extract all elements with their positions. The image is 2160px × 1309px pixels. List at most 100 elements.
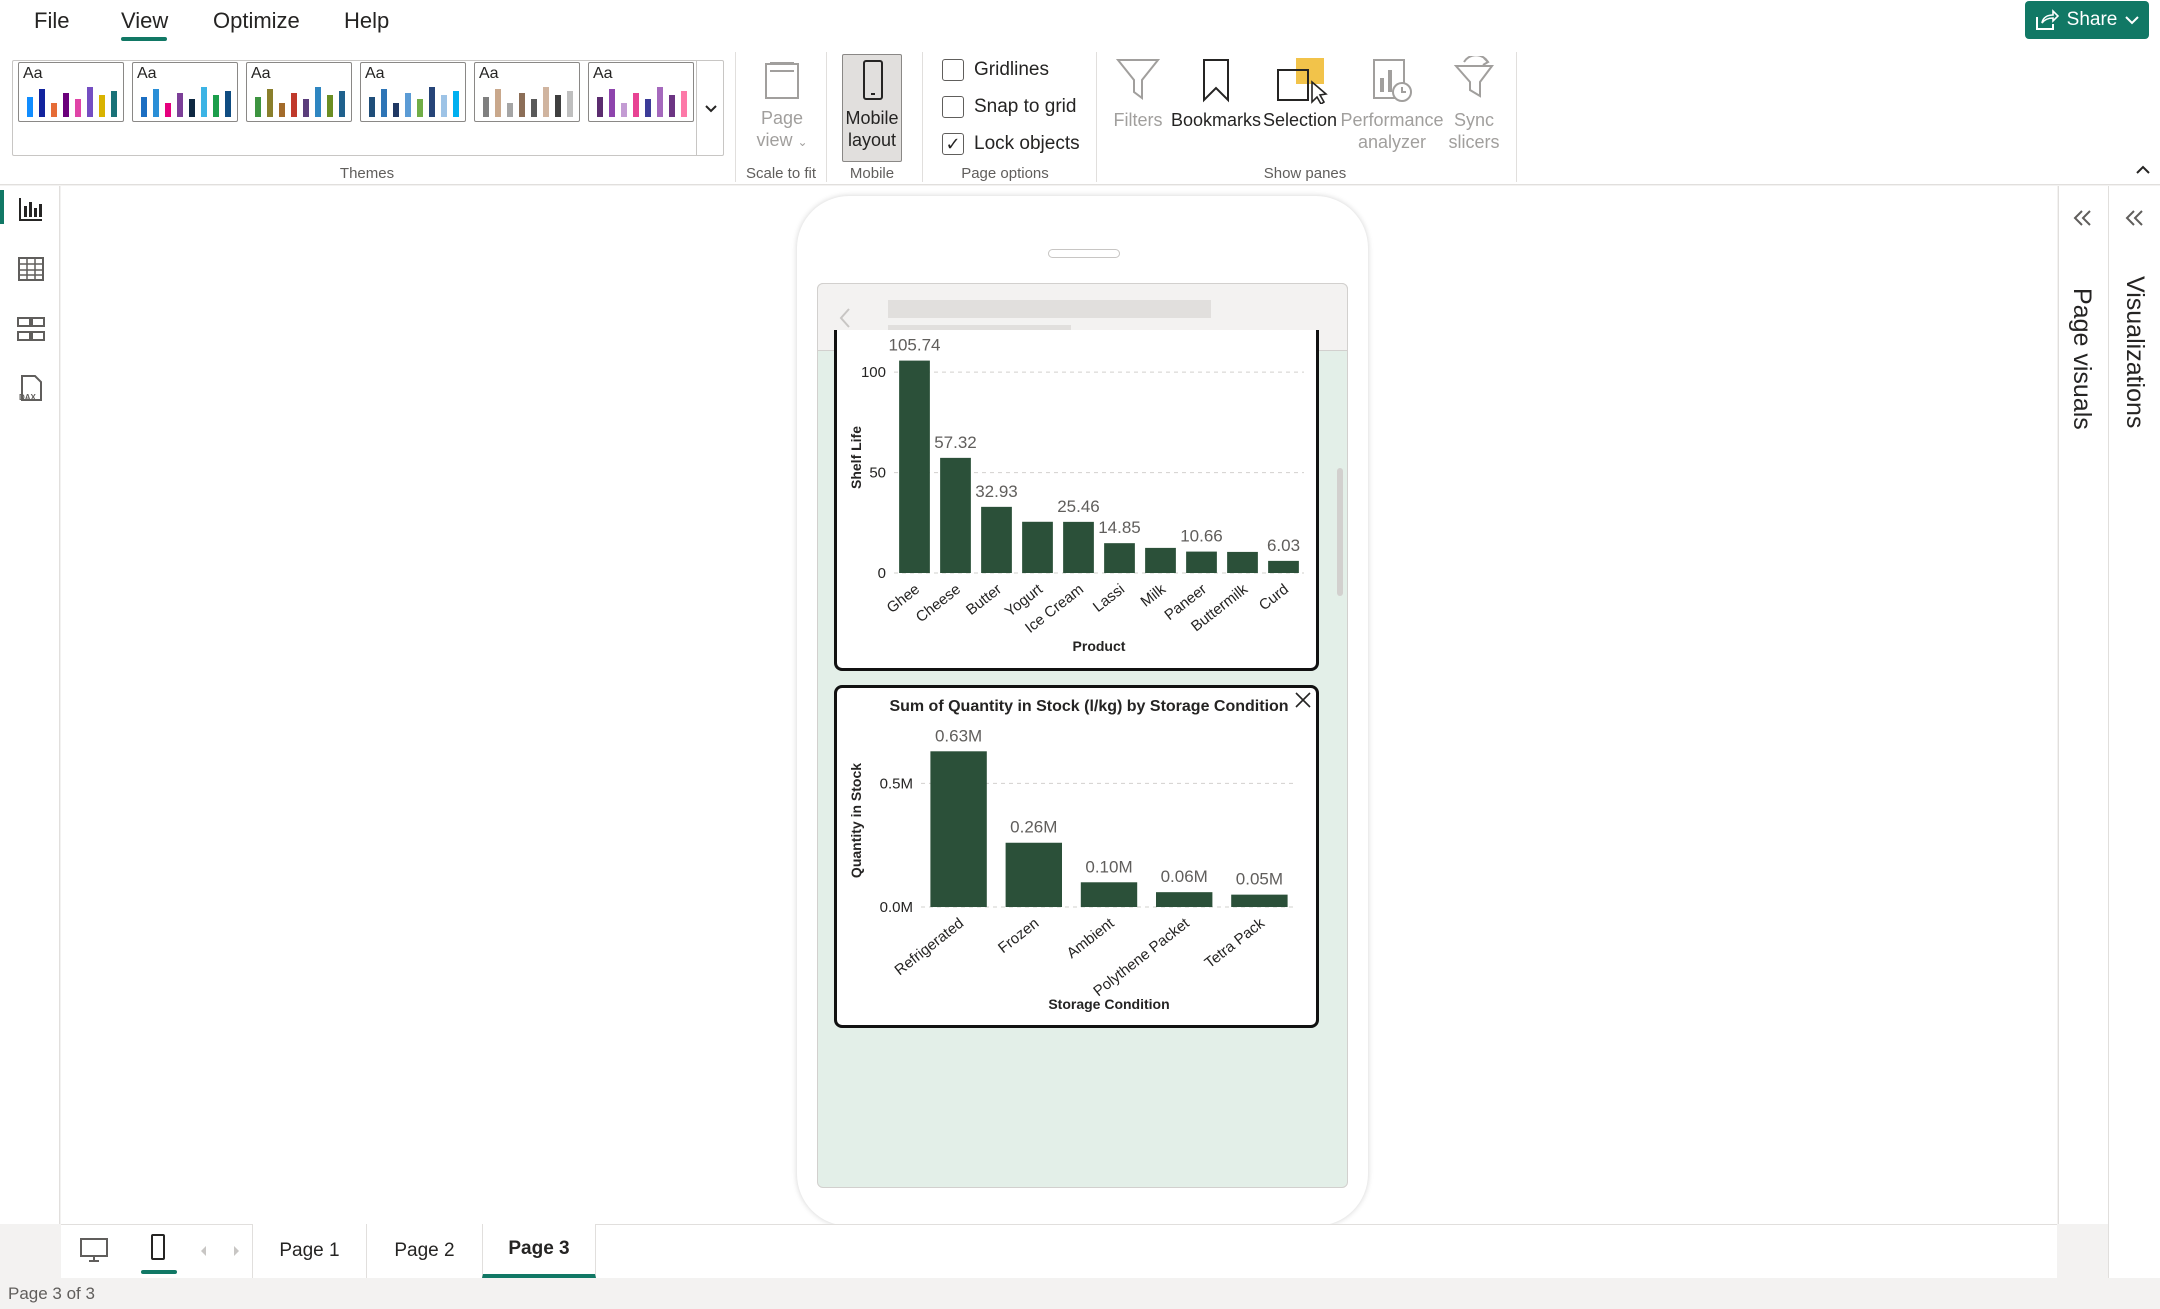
scale-to-fit-group-label: Scale to fit — [745, 165, 817, 182]
bar — [1231, 894, 1288, 907]
page-view-label-2: view — [756, 130, 793, 150]
chevron-down-icon — [705, 105, 717, 113]
data-label: 0.26M — [1010, 818, 1057, 837]
header-skeleton-title — [888, 300, 1211, 318]
menu-view[interactable]: View — [117, 8, 172, 34]
theme-option[interactable]: Aa — [132, 62, 238, 122]
status-bar: Page 3 of 3 — [0, 1278, 2160, 1309]
selection-icon — [1277, 58, 1328, 106]
check-icon: ✓ — [942, 133, 964, 155]
theme-swatch-bar — [381, 89, 387, 117]
share-button[interactable]: Share — [2025, 1, 2149, 39]
page-view-button[interactable]: Page view ⌄ — [744, 58, 820, 153]
theme-swatch-bar — [597, 97, 603, 117]
data-label: 0.63M — [935, 726, 982, 745]
lock-objects-label: Lock objects — [974, 133, 1080, 154]
theme-option[interactable]: Aa — [474, 62, 580, 122]
bar — [1063, 521, 1094, 573]
theme-swatch-bar — [213, 95, 219, 117]
desktop-layout-icon[interactable] — [79, 1237, 109, 1263]
checkbox-box — [942, 59, 964, 81]
theme-option[interactable]: Aa — [18, 62, 124, 122]
bookmarks-button[interactable]: Bookmarks — [1170, 56, 1262, 131]
page-visuals-pane[interactable]: Page visuals — [2058, 186, 2108, 1224]
dax-query-view-icon[interactable]: DAX — [16, 374, 46, 404]
theme-aa-label: Aa — [365, 65, 385, 82]
prev-page-icon[interactable] — [199, 1244, 209, 1258]
theme-swatch-bar — [279, 103, 285, 117]
x-axis-label: Storage Condition — [1048, 996, 1169, 1012]
next-page-icon[interactable] — [231, 1244, 241, 1258]
themes-group-label: Themes — [339, 165, 395, 182]
menu-optimize[interactable]: Optimize — [209, 8, 304, 34]
page-tab-1[interactable]: Page 1 — [252, 1224, 366, 1278]
table-view-icon[interactable] — [16, 254, 46, 284]
close-icon[interactable] — [1293, 690, 1313, 710]
x-tick-label: Milk — [1137, 580, 1169, 610]
mobile-layout-icon[interactable] — [149, 1233, 167, 1263]
y-tick-label: 0 — [878, 565, 886, 582]
chevron-down-icon: ⌄ — [797, 135, 808, 149]
show-panes-group-label: Show panes — [1263, 165, 1347, 182]
visualizations-pane[interactable]: Visualizations — [2108, 186, 2160, 1309]
model-view-icon[interactable] — [16, 314, 46, 344]
filters-button[interactable]: Filters — [1108, 56, 1168, 131]
selection-button[interactable]: Selection — [1262, 56, 1338, 131]
theme-swatch-bar — [429, 87, 435, 117]
mobile-group-label: Mobile — [849, 165, 895, 182]
sync-slicers-button[interactable]: Sync slicers — [1444, 54, 1504, 153]
mobile-layout-button[interactable]: Mobile layout — [842, 54, 902, 162]
report-view-icon[interactable] — [16, 194, 46, 224]
menu-view-underline — [121, 37, 167, 41]
snap-to-grid-checkbox[interactable]: Snap to grid — [942, 96, 1076, 118]
page-tab-2[interactable]: Page 2 — [366, 1224, 482, 1278]
shelf-life-visual[interactable]: 0 50 100 Shelf Life 105.74 Ghee 57.32 Cheese 32.… — [834, 330, 1319, 671]
mobile-scrollbar[interactable] — [1337, 468, 1343, 596]
theme-swatch-bar — [339, 91, 345, 117]
theme-swatch-bar — [141, 97, 147, 117]
theme-option[interactable]: Aa — [588, 62, 694, 122]
expand-pane-icon[interactable] — [2071, 208, 2095, 228]
menu-file[interactable]: File — [30, 8, 73, 34]
theme-swatch-bar — [315, 87, 321, 117]
page-tab-3[interactable]: Page 3 — [482, 1224, 596, 1278]
lock-objects-checkbox[interactable]: ✓ Lock objects — [942, 133, 1080, 155]
data-label: 0.06M — [1161, 867, 1208, 886]
bar — [930, 751, 987, 907]
expand-pane-icon[interactable] — [2123, 208, 2147, 228]
menu-help[interactable]: Help — [340, 8, 393, 34]
theme-option[interactable]: Aa — [246, 62, 352, 122]
x-tick-label: Lassi — [1090, 581, 1128, 616]
x-tick-label: Refrigerated — [892, 915, 968, 979]
collapse-ribbon-icon[interactable] — [2134, 163, 2152, 177]
filters-label: Filters — [1113, 110, 1163, 130]
theme-swatch-bar — [543, 87, 549, 117]
y-axis-label: Shelf Life — [848, 426, 864, 489]
bookmark-icon — [1203, 59, 1229, 103]
theme-swatch-bar — [27, 97, 33, 117]
performance-label-2: analyzer — [1357, 132, 1427, 152]
x-tick-label: Butter — [963, 581, 1005, 619]
page-options-group-label: Page options — [961, 165, 1049, 182]
phone-speaker — [1048, 249, 1120, 258]
themes-expand-button[interactable] — [696, 60, 724, 156]
theme-swatch-bar — [645, 99, 651, 117]
bar — [1104, 543, 1135, 573]
theme-option[interactable]: Aa — [360, 62, 466, 122]
ribbon-separator — [826, 52, 827, 182]
bar — [981, 506, 1012, 573]
mobile-layout-label-2: layout — [847, 130, 897, 150]
bar — [1186, 551, 1217, 573]
gridlines-checkbox[interactable]: Gridlines — [942, 59, 1049, 81]
performance-icon — [1373, 59, 1412, 102]
theme-swatch-bar — [39, 89, 45, 117]
x-tick-label: Cheese — [913, 581, 964, 626]
back-arrow-icon — [839, 308, 850, 328]
theme-swatch-bar — [609, 89, 615, 117]
bar — [1005, 842, 1062, 907]
x-tick-label: Tetra Pack — [1202, 914, 1269, 971]
performance-analyzer-button[interactable]: Performance analyzer — [1338, 56, 1446, 153]
data-label: 32.93 — [975, 482, 1018, 501]
data-label: 57.32 — [934, 433, 977, 452]
quantity-stock-visual[interactable]: Sum of Quantity in Stock (l/kg) by Stora… — [834, 685, 1319, 1028]
